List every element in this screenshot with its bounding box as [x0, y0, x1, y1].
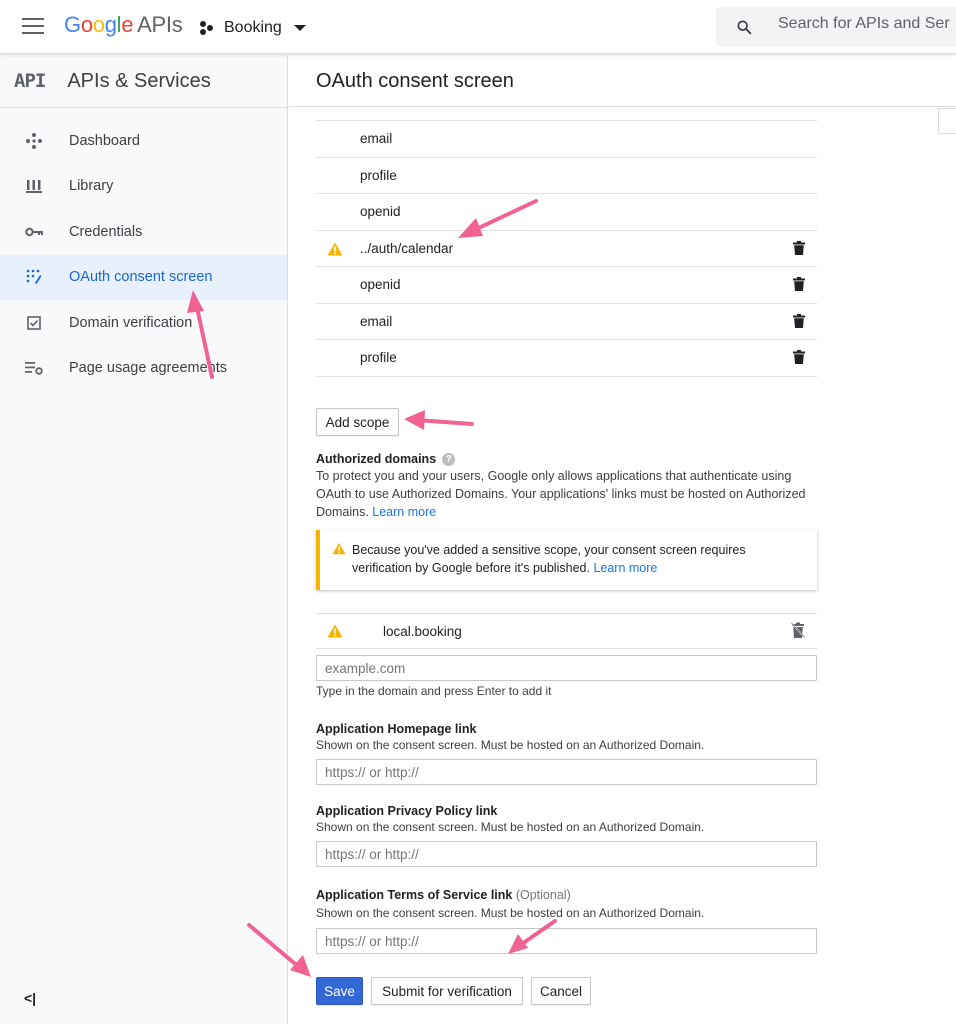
chevron-down-icon — [293, 25, 306, 31]
collapse-sidebar-icon[interactable]: <| — [24, 990, 36, 1006]
trash-icon[interactable] — [793, 240, 805, 255]
menu-icon[interactable] — [22, 18, 44, 36]
sidebar-item-oauth-consent-screen[interactable]: OAuth consent screen — [0, 254, 287, 300]
authorized-domain-row: local.booking — [316, 613, 817, 649]
submit-for-verification-button[interactable]: Submit for verification — [371, 977, 523, 1005]
trash-icon[interactable] — [793, 350, 805, 364]
api-badge: API — [14, 70, 46, 92]
oauth-icon — [22, 268, 46, 286]
google-apis-logo[interactable]: Google APIs — [64, 12, 183, 38]
library-icon — [22, 177, 46, 195]
sidebar-nav: Dashboard Library Credentials OAuth cons… — [0, 118, 287, 391]
homepage-label: Application Homepage link — [316, 722, 477, 736]
trash-icon[interactable] — [793, 277, 805, 291]
scope-row: profile — [316, 158, 817, 194]
terms-of-service-label: Application Terms of Service link (Optio… — [316, 888, 571, 902]
privacy-policy-label: Application Privacy Policy link — [316, 804, 498, 818]
search-bar[interactable] — [716, 7, 956, 47]
settings-list-icon — [22, 359, 46, 377]
terms-of-service-input[interactable] — [316, 928, 817, 954]
project-selector[interactable]: Booking — [200, 14, 306, 42]
notice-learn-more-link[interactable]: Learn more — [593, 561, 657, 575]
sidebar: API APIs & Services Dashboard Library Cr… — [0, 55, 288, 1024]
sidebar-item-domain-verification[interactable]: Domain verification — [0, 300, 287, 346]
help-icon[interactable]: ? — [442, 453, 456, 466]
sidebar-item-page-usage-agreements[interactable]: Page usage agreements — [0, 346, 287, 392]
trash-disabled-icon[interactable] — [791, 622, 805, 638]
project-icon — [200, 20, 216, 36]
search-icon — [737, 20, 752, 35]
scope-row: openid — [316, 267, 817, 304]
cancel-button[interactable]: Cancel — [531, 977, 591, 1005]
optional-tag: (Optional) — [515, 888, 571, 902]
scope-row: openid — [316, 194, 817, 231]
project-name: Booking — [224, 19, 282, 36]
save-button[interactable]: Save — [316, 977, 363, 1005]
top-app-bar: Google APIs Booking — [0, 0, 956, 54]
checkbox-icon — [22, 314, 46, 332]
dashboard-icon — [22, 132, 46, 150]
sidebar-item-dashboard[interactable]: Dashboard — [0, 118, 287, 164]
side-panel-toggle[interactable] — [938, 108, 956, 134]
authorized-domains-description: To protect you and your users, Google on… — [316, 469, 806, 519]
sidebar-item-library[interactable]: Library — [0, 164, 287, 210]
key-icon — [22, 223, 46, 241]
search-input[interactable] — [778, 15, 956, 33]
scope-row: profile — [316, 340, 817, 377]
add-scope-button[interactable]: Add scope — [316, 408, 399, 436]
scope-row: email — [316, 121, 817, 158]
authorized-domains-label: Authorized domains? — [316, 452, 456, 466]
domain-input[interactable] — [316, 655, 817, 681]
page-title: OAuth consent screen — [316, 70, 514, 92]
warning-icon — [332, 542, 346, 555]
scopes-list: email profile openid ../auth/calendar op… — [316, 120, 817, 377]
privacy-policy-hint: Shown on the consent screen. Must be hos… — [316, 820, 705, 834]
scope-row: ../auth/calendar — [316, 231, 817, 267]
warning-icon — [327, 242, 343, 255]
terms-of-service-hint: Shown on the consent screen. Must be hos… — [316, 906, 705, 920]
domain-input-hint: Type in the domain and press Enter to ad… — [316, 684, 552, 698]
warning-icon — [327, 624, 343, 638]
sidebar-item-credentials[interactable]: Credentials — [0, 209, 287, 255]
title-divider — [289, 106, 956, 107]
annotation-arrow — [404, 410, 474, 430]
homepage-link-input[interactable] — [316, 759, 817, 785]
homepage-hint: Shown on the consent screen. Must be hos… — [316, 738, 705, 752]
trash-icon[interactable] — [793, 313, 805, 328]
learn-more-link[interactable]: Learn more — [372, 505, 436, 519]
sidebar-header: API APIs & Services — [0, 55, 287, 108]
privacy-policy-input[interactable] — [316, 841, 817, 867]
sidebar-title: APIs & Services — [67, 69, 211, 92]
domain-name: local.booking — [383, 624, 462, 639]
scope-row: email — [316, 304, 817, 340]
sensitive-scope-notice: Because you've added a sensitive scope, … — [316, 530, 817, 590]
